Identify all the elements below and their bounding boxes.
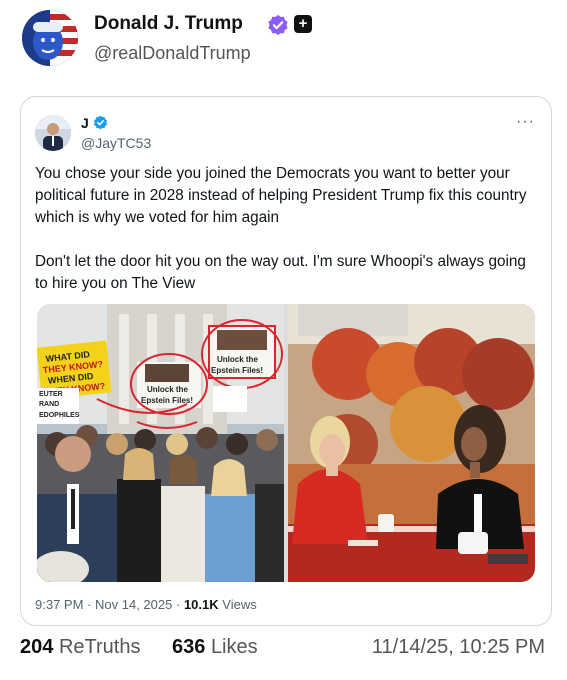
separator-dot: · bbox=[175, 597, 181, 612]
tweet-time: 9:37 PM bbox=[35, 597, 84, 612]
post-header: Donald J. Trump + @realDonaldTrump bbox=[22, 10, 552, 70]
views-label: Views bbox=[222, 597, 257, 612]
quoted-tweet-timestamp: 9:37 PM · Nov 14, 2025 · 10.1K Views bbox=[35, 597, 257, 612]
author-avatar[interactable] bbox=[22, 10, 78, 66]
retruths-count: 204 bbox=[20, 636, 54, 658]
views-count: 10.1K bbox=[183, 597, 219, 612]
sign-line: Unlock the bbox=[147, 385, 188, 394]
media-grid[interactable]: WHAT DID THEY KNOW? WHEN DID THEY KNOW? … bbox=[37, 304, 535, 582]
likes-label: Likes bbox=[210, 636, 258, 658]
likes-stat[interactable]: 636 Likes bbox=[172, 636, 258, 659]
retruths-stat[interactable]: 204 ReTruths bbox=[20, 636, 140, 659]
separator-dot: · bbox=[87, 597, 92, 612]
retruths-label: ReTruths bbox=[58, 636, 141, 658]
sign-line: Epstein Files! bbox=[211, 366, 263, 375]
author-name[interactable]: Donald J. Trump bbox=[94, 13, 243, 35]
tweet-date: Nov 14, 2025 bbox=[95, 597, 173, 612]
quoted-tweet-text: You chose your side you joined the Democ… bbox=[35, 165, 527, 292]
plus-square-icon: + bbox=[294, 15, 312, 33]
sign-line: EUTER bbox=[39, 391, 63, 398]
author-handle[interactable]: @realDonaldTrump bbox=[94, 43, 251, 64]
quoted-tweet-card[interactable]: J @JayTC53 ··· You chose your side you j… bbox=[20, 96, 552, 626]
quoted-author-handle[interactable]: @JayTC53 bbox=[81, 135, 151, 151]
media-image-tv-studio[interactable] bbox=[288, 304, 535, 582]
verified-badge-icon bbox=[268, 14, 288, 36]
verified-badge-icon bbox=[93, 115, 108, 130]
more-dots-icon[interactable]: ··· bbox=[516, 113, 535, 131]
post-stats: 204 ReTruths 636 Likes 11/14/25, 10:25 P… bbox=[20, 636, 547, 666]
sign-line: Unlock the bbox=[217, 355, 258, 364]
quoted-author-avatar[interactable] bbox=[35, 115, 71, 151]
likes-count: 636 bbox=[172, 636, 206, 658]
post-datetime: 11/14/25, 10:25 PM bbox=[371, 636, 545, 658]
sign-line: RAND bbox=[39, 401, 59, 408]
sign-line: Epstein Files! bbox=[141, 396, 193, 405]
sign-line: EDOPHILES bbox=[39, 412, 80, 419]
media-image-protest[interactable]: WHAT DID THEY KNOW? WHEN DID THEY KNOW? … bbox=[37, 304, 284, 582]
quoted-author-name[interactable]: J bbox=[81, 115, 89, 131]
